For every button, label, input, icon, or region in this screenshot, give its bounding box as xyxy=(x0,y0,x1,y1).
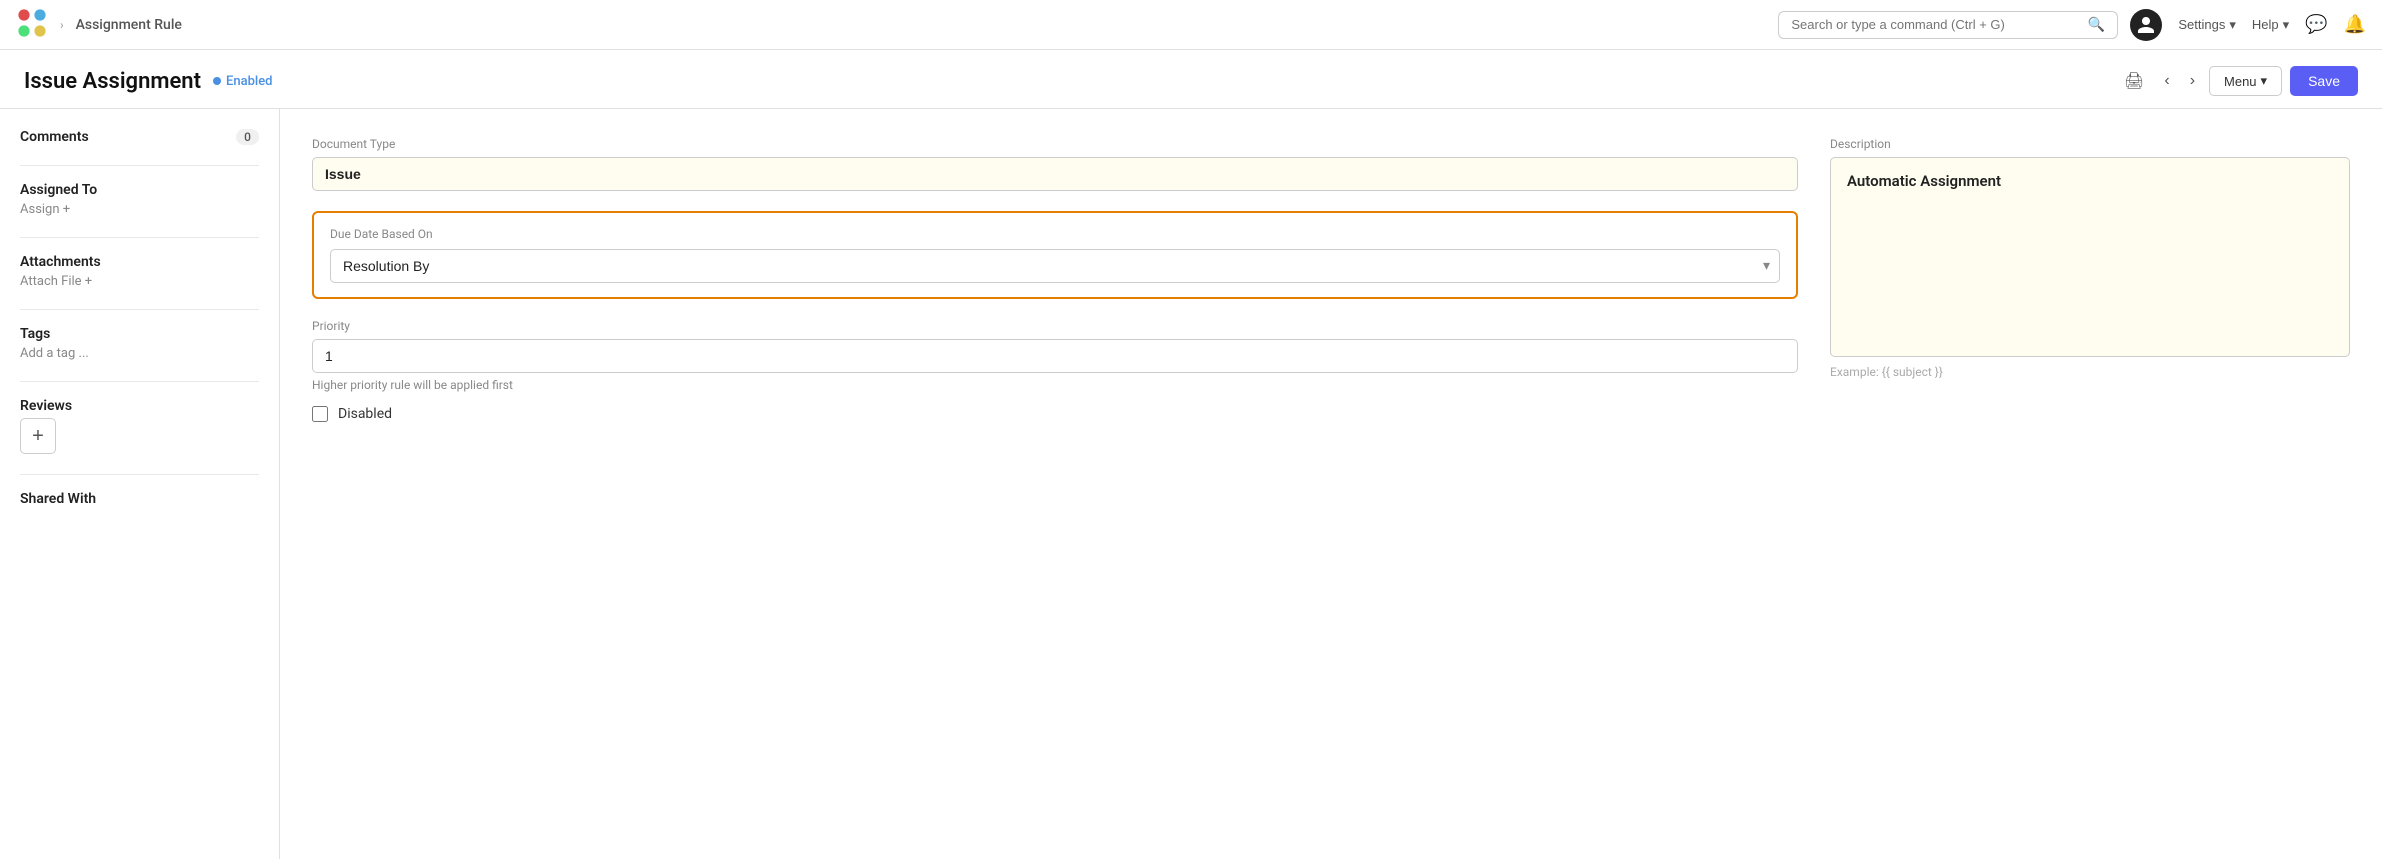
reviews-label: Reviews xyxy=(20,398,72,414)
sidebar-tags-section: Tags Add a tag ... xyxy=(20,326,259,361)
page-title: Issue Assignment xyxy=(24,69,201,94)
breadcrumb-label: Assignment Rule xyxy=(76,17,182,33)
description-box[interactable]: Automatic Assignment xyxy=(1830,157,2350,357)
assigned-to-label: Assigned To xyxy=(20,182,97,198)
user-avatar[interactable] xyxy=(2130,9,2162,41)
due-date-select[interactable]: Resolution By Creation Date Modification… xyxy=(330,249,1780,283)
status-label: Enabled xyxy=(226,74,273,89)
status-badge: Enabled xyxy=(213,74,273,89)
shared-with-label: Shared With xyxy=(20,491,96,507)
status-dot xyxy=(213,77,221,85)
sidebar: Comments 0 Assigned To Assign + Attachme… xyxy=(0,109,280,859)
sidebar-divider-5 xyxy=(20,474,259,475)
page-title-area: Issue Assignment Enabled xyxy=(24,69,273,94)
disabled-label: Disabled xyxy=(338,406,392,422)
disabled-checkbox[interactable] xyxy=(312,406,328,422)
top-nav: › Assignment Rule 🔍 Settings ▾ Help ▾ 💬 … xyxy=(0,0,2382,50)
add-review-button[interactable]: + xyxy=(20,418,56,454)
main-layout: Comments 0 Assigned To Assign + Attachme… xyxy=(0,109,2382,859)
chat-icon-button[interactable]: 💬 xyxy=(2305,14,2327,35)
document-type-label: Document Type xyxy=(312,137,1798,151)
content-area: Document Type Due Date Based On Resoluti… xyxy=(280,109,2382,859)
print-icon-button[interactable]: 🖨 xyxy=(2118,67,2150,95)
assign-action[interactable]: Assign + xyxy=(20,202,259,217)
due-date-select-wrapper: Resolution By Creation Date Modification… xyxy=(330,249,1780,283)
page-actions: 🖨 ‹ › Menu ▾ Save xyxy=(2118,66,2358,96)
page-header: Issue Assignment Enabled 🖨 ‹ › Menu ▾ Sa… xyxy=(0,50,2382,109)
prev-icon-button[interactable]: ‹ xyxy=(2158,68,2175,94)
add-tag-action[interactable]: Add a tag ... xyxy=(20,346,259,361)
settings-button[interactable]: Settings ▾ xyxy=(2178,17,2236,33)
help-button[interactable]: Help ▾ xyxy=(2252,17,2289,33)
attachments-label: Attachments xyxy=(20,254,101,270)
disabled-row: Disabled xyxy=(312,406,1798,422)
sidebar-attachments-section: Attachments Attach File + xyxy=(20,254,259,289)
form-right-col: Description Automatic Assignment Example… xyxy=(1830,137,2350,379)
app-logo[interactable] xyxy=(16,7,48,43)
sidebar-divider-2 xyxy=(20,237,259,238)
sidebar-comments-section: Comments 0 xyxy=(20,129,259,145)
priority-input[interactable] xyxy=(312,339,1798,373)
tags-label: Tags xyxy=(20,326,50,342)
comments-label: Comments xyxy=(20,129,89,145)
priority-label: Priority xyxy=(312,319,1798,333)
menu-button[interactable]: Menu ▾ xyxy=(2209,66,2282,96)
notification-icon-button[interactable]: 🔔 xyxy=(2344,14,2366,35)
search-icon: 🔍 xyxy=(2088,17,2105,33)
global-search[interactable]: 🔍 xyxy=(1778,11,2118,39)
description-example: Example: {{ subject }} xyxy=(1830,365,2350,379)
sidebar-divider-3 xyxy=(20,309,259,310)
sidebar-shared-section: Shared With xyxy=(20,491,259,507)
save-button[interactable]: Save xyxy=(2290,66,2358,96)
due-date-container: Due Date Based On Resolution By Creation… xyxy=(312,211,1798,299)
next-icon-button[interactable]: › xyxy=(2184,68,2201,94)
document-type-group: Document Type xyxy=(312,137,1798,191)
attach-file-action[interactable]: Attach File + xyxy=(20,274,259,289)
comments-badge: 0 xyxy=(236,129,259,145)
form-left-col: Document Type Due Date Based On Resoluti… xyxy=(312,137,1798,422)
sidebar-divider-1 xyxy=(20,165,259,166)
sidebar-divider-4 xyxy=(20,381,259,382)
sidebar-assigned-section: Assigned To Assign + xyxy=(20,182,259,217)
priority-hint: Higher priority rule will be applied fir… xyxy=(312,378,1798,392)
topnav-right-actions: Settings ▾ Help ▾ 💬 🔔 xyxy=(2130,9,2366,41)
form-row: Document Type Due Date Based On Resoluti… xyxy=(312,137,2350,422)
document-type-input[interactable] xyxy=(312,157,1798,191)
search-input[interactable] xyxy=(1791,17,2080,32)
breadcrumb-chevron: › xyxy=(60,18,64,32)
description-label: Description xyxy=(1830,137,2350,151)
due-date-label: Due Date Based On xyxy=(330,227,1780,241)
sidebar-reviews-section: Reviews + xyxy=(20,398,259,454)
priority-group: Priority Higher priority rule will be ap… xyxy=(312,319,1798,392)
